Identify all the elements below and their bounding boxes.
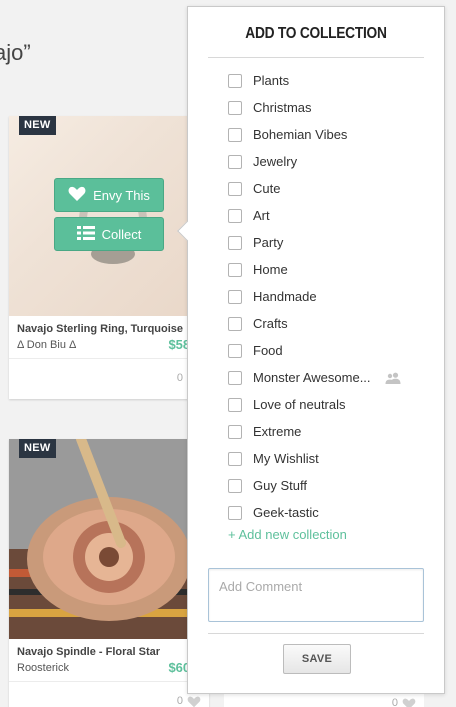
- divider: [208, 633, 424, 634]
- product-card[interactable]: NEW Navajo Spindle - Floral Star Rooster…: [9, 439, 209, 707]
- collection-checkbox[interactable]: [228, 73, 242, 88]
- envy-this-button[interactable]: Envy This: [54, 178, 164, 212]
- collection-label: Home: [253, 262, 288, 277]
- collection-checkbox[interactable]: [228, 262, 242, 277]
- add-to-collection-panel: ADD TO COLLECTION Plants Christmas Bohemia…: [177, 6, 445, 694]
- collection-label: Cute: [253, 181, 281, 196]
- collection-checkbox[interactable]: [228, 397, 242, 412]
- comment-input[interactable]: [208, 568, 424, 622]
- collection-checkbox[interactable]: [228, 478, 242, 493]
- like-count: 0: [176, 372, 183, 384]
- people-icon: [385, 372, 401, 384]
- collection-label: Monster Awesome...: [253, 370, 371, 385]
- page-heading: ajo”: [0, 40, 31, 65]
- new-badge: NEW: [19, 116, 56, 135]
- collection-item[interactable]: Geek-tastic: [228, 499, 424, 526]
- collection-checkbox[interactable]: [228, 181, 242, 196]
- product-image[interactable]: NEW Envy This Collect: [9, 116, 209, 316]
- collection-item[interactable]: Extreme: [228, 418, 424, 445]
- collection-checkbox[interactable]: [228, 235, 242, 250]
- spindle-illustration: [9, 439, 209, 639]
- collection-checkbox[interactable]: [228, 451, 242, 466]
- collection-checkbox[interactable]: [228, 289, 242, 304]
- collection-label: Geek-tastic: [253, 505, 319, 520]
- collection-item[interactable]: Party: [228, 229, 424, 256]
- collection-item[interactable]: My Wishlist: [228, 445, 424, 472]
- collection-label: Extreme: [253, 424, 302, 439]
- collection-item[interactable]: Bohemian Vibes: [228, 121, 424, 148]
- collection-item[interactable]: Food: [228, 337, 424, 364]
- collect-button[interactable]: Collect: [54, 217, 164, 251]
- like-count: 0: [176, 695, 183, 707]
- list-icon: [76, 225, 95, 243]
- product-card-partial: 0: [224, 694, 424, 707]
- collection-checkbox[interactable]: [228, 127, 242, 142]
- collect-label: Collect: [101, 226, 142, 242]
- envy-this-label: Envy This: [93, 187, 150, 203]
- collection-label: Plants: [253, 73, 290, 88]
- collection-list: Plants Christmas Bohemian Vibes Jewelry Cute…: [228, 67, 424, 526]
- collection-label: Love of neutrals: [253, 397, 346, 412]
- seller-name[interactable]: Roosterick: [17, 662, 69, 674]
- panel-title: ADD TO COLLECTION: [245, 25, 387, 42]
- collection-label: Handmade: [253, 289, 317, 304]
- collection-label: Jewelry: [253, 154, 298, 169]
- collection-item[interactable]: Plants: [228, 67, 424, 94]
- collection-item[interactable]: Crafts: [228, 310, 424, 337]
- collection-label: Guy Stuff: [253, 478, 307, 493]
- collection-checkbox[interactable]: [228, 154, 242, 169]
- product-image[interactable]: NEW: [9, 439, 209, 639]
- collection-checkbox[interactable]: [228, 208, 242, 223]
- collection-label: Party: [253, 235, 284, 250]
- collection-checkbox[interactable]: [228, 505, 242, 520]
- add-new-collection-link[interactable]: + Add new collection: [228, 527, 347, 542]
- heart-icon: [68, 186, 86, 205]
- collection-item[interactable]: Home: [228, 256, 424, 283]
- collection-label: Art: [253, 208, 270, 223]
- collection-checkbox[interactable]: [228, 343, 242, 358]
- new-badge: NEW: [19, 439, 56, 458]
- collection-checkbox[interactable]: [228, 370, 242, 385]
- collection-item[interactable]: Art: [228, 202, 424, 229]
- seller-name[interactable]: Δ Don Biu Δ: [17, 339, 76, 351]
- collection-item[interactable]: Christmas: [228, 94, 424, 121]
- heart-icon[interactable]: [187, 696, 201, 707]
- collection-label: Crafts: [253, 316, 288, 331]
- collection-checkbox[interactable]: [228, 100, 242, 115]
- product-card[interactable]: NEW Envy This Collect Navajo Sterling Ri…: [9, 116, 209, 399]
- collection-label: Christmas: [253, 100, 312, 115]
- collection-checkbox[interactable]: [228, 424, 242, 439]
- save-button[interactable]: SAVE: [283, 644, 351, 674]
- collection-item[interactable]: Handmade: [228, 283, 424, 310]
- product-title[interactable]: Navajo Spindle - Floral Star: [9, 639, 209, 658]
- collection-item[interactable]: Cute: [228, 175, 424, 202]
- divider: [208, 57, 424, 58]
- collection-item[interactable]: Monster Awesome...: [228, 364, 424, 391]
- collection-label: Food: [253, 343, 283, 358]
- collection-checkbox[interactable]: [228, 316, 242, 331]
- ring-illustration: [79, 180, 147, 264]
- like-count: 0: [391, 697, 398, 707]
- collection-label: Bohemian Vibes: [253, 127, 348, 142]
- collection-item[interactable]: Love of neutrals: [228, 391, 424, 418]
- heart-icon[interactable]: [402, 698, 416, 707]
- collection-item[interactable]: Guy Stuff: [228, 472, 424, 499]
- collection-item[interactable]: Jewelry: [228, 148, 424, 175]
- product-title[interactable]: Navajo Sterling Ring, Turquoise: [9, 316, 209, 335]
- collection-label: My Wishlist: [253, 451, 319, 466]
